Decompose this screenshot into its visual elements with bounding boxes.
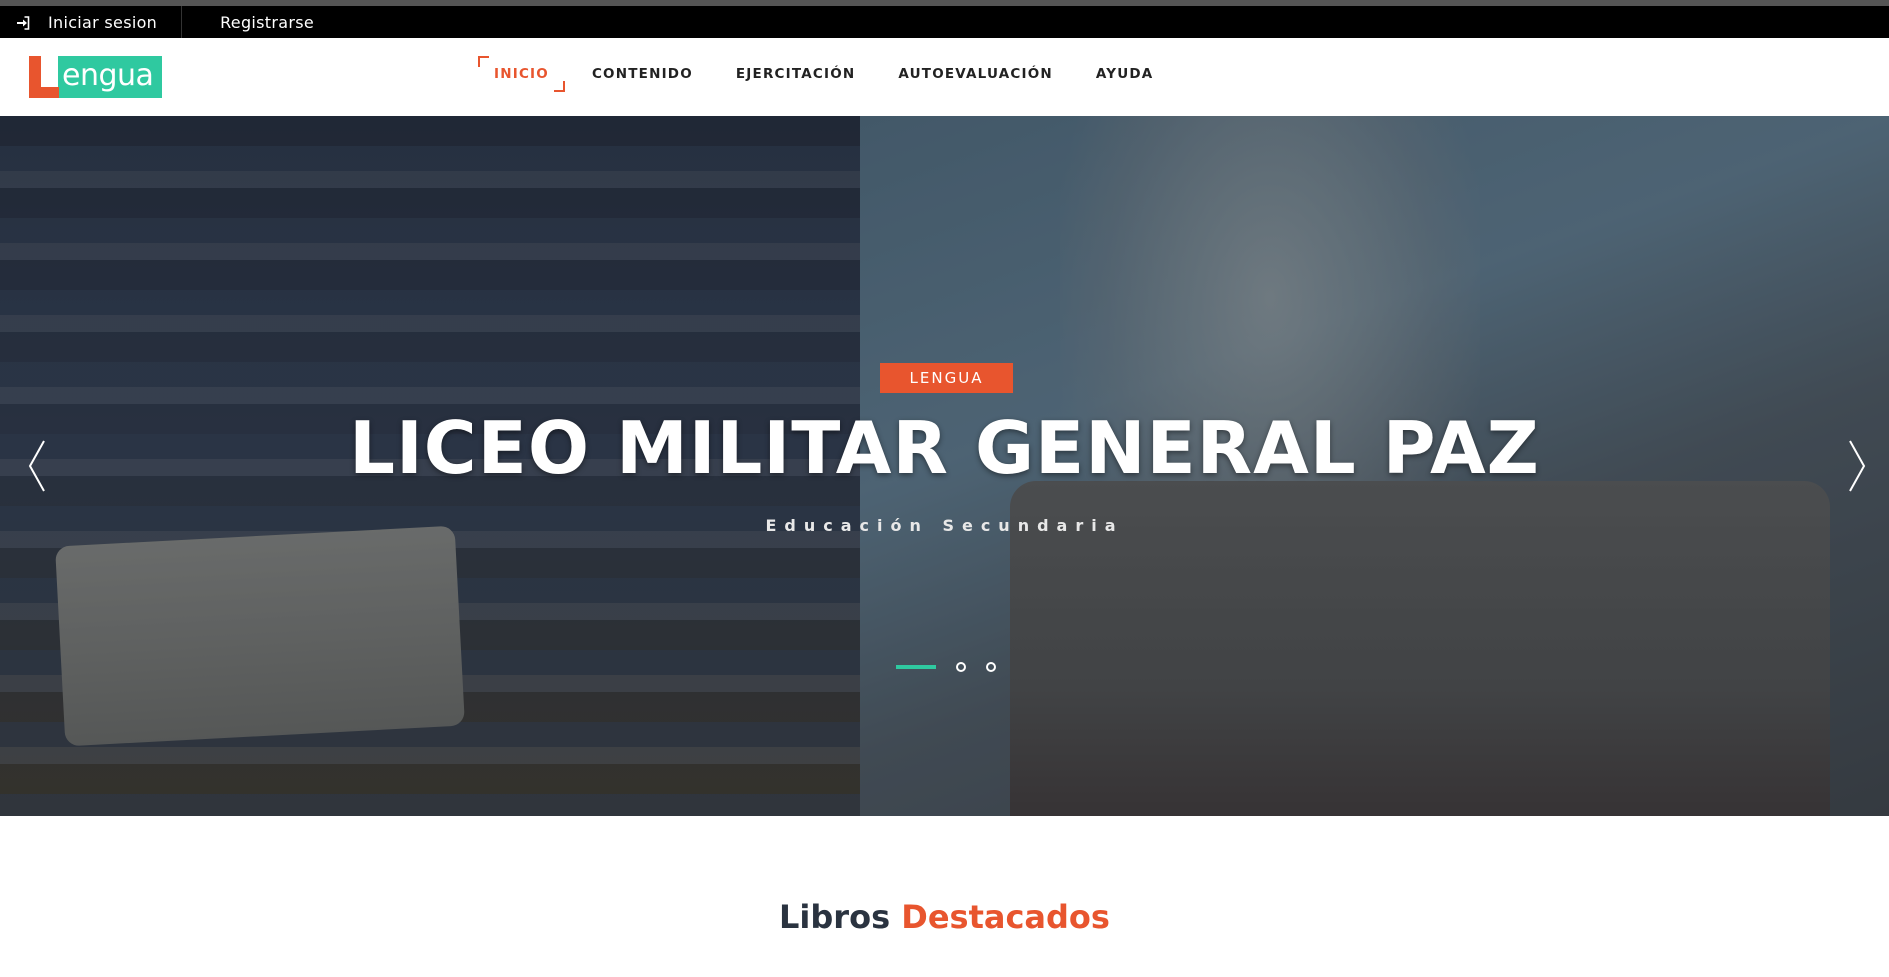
hero-slider: LENGUA LICEO MILITAR GENERAL PAZ Educaci…	[0, 116, 1889, 816]
register-link[interactable]: Registrarse	[182, 6, 314, 38]
register-label: Registrarse	[220, 12, 315, 32]
hero-subtitle: Educación Secundaria	[765, 516, 1124, 535]
slide-indicator[interactable]	[956, 662, 966, 672]
chevron-left-icon[interactable]	[22, 436, 52, 496]
slide-indicator-active[interactable]	[896, 665, 936, 669]
logo-word: engua	[58, 56, 163, 98]
top-bar: Iniciar sesion Registrarse	[0, 0, 1889, 38]
site-header: engua INICIO CONTENIDO EJERCITACIÓN AUTO…	[0, 38, 1889, 116]
main-nav: INICIO CONTENIDO EJERCITACIÓN AUTOEVALUA…	[478, 56, 1196, 92]
section-title-part2: Destacados	[901, 898, 1110, 936]
logo-letter	[29, 56, 59, 98]
site-logo[interactable]: engua	[29, 56, 163, 98]
section-title-part1: Libros	[779, 898, 891, 936]
hero-title: LICEO MILITAR GENERAL PAZ	[349, 406, 1540, 490]
section-title: Libros Destacados	[0, 898, 1889, 936]
hero-badge: LENGUA	[880, 363, 1013, 393]
nav-ayuda[interactable]: AYUDA	[1096, 56, 1154, 92]
slide-indicator[interactable]	[986, 662, 996, 672]
chevron-right-icon[interactable]	[1842, 436, 1872, 496]
login-link[interactable]: Iniciar sesion	[0, 6, 183, 38]
nav-contenido[interactable]: CONTENIDO	[592, 56, 693, 92]
nav-autoevaluacion[interactable]: AUTOEVALUACIÓN	[898, 56, 1053, 92]
nav-ejercitacion[interactable]: EJERCITACIÓN	[736, 56, 856, 92]
slider-pagination	[896, 662, 1016, 672]
nav-inicio[interactable]: INICIO	[478, 56, 565, 92]
login-label: Iniciar sesion	[48, 12, 158, 32]
sign-in-icon	[16, 15, 30, 30]
